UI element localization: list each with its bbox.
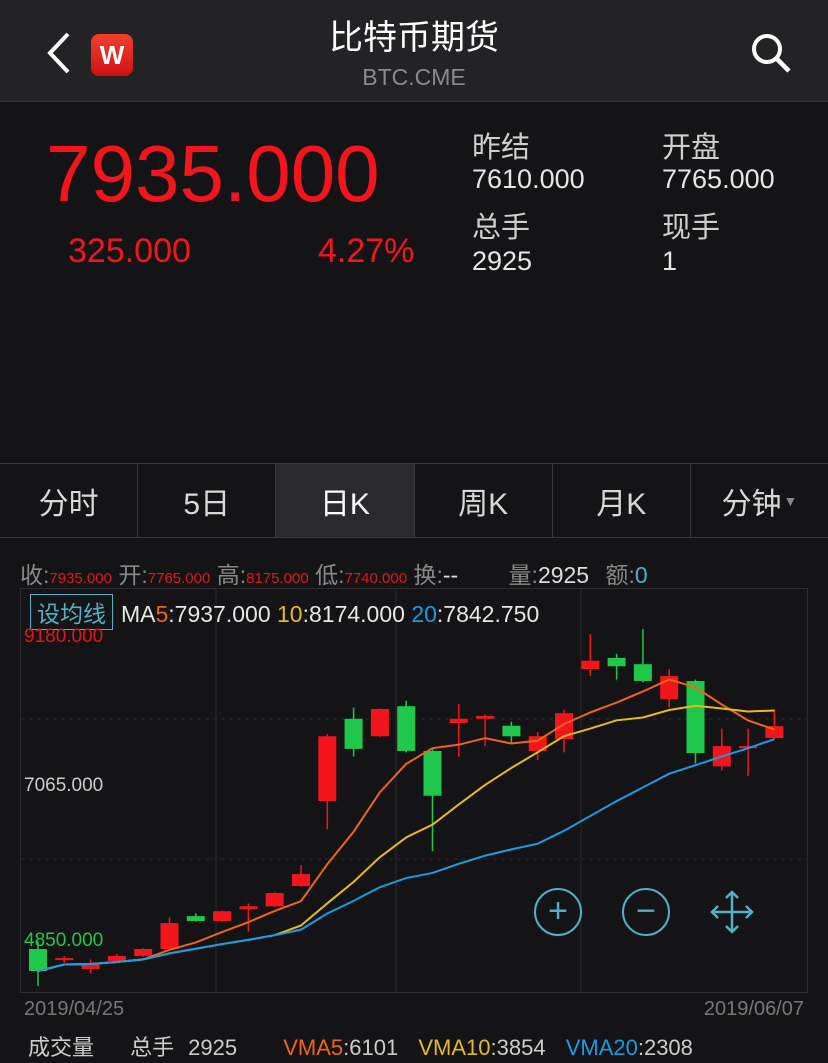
start-date: 2019/04/25 <box>24 998 124 1021</box>
tab-5day[interactable]: 5日 <box>138 464 276 537</box>
candle-body <box>371 709 389 736</box>
fullscreen-icon[interactable] <box>708 888 756 936</box>
candle-body <box>581 661 599 669</box>
search-icon[interactable] <box>750 32 792 74</box>
end-date: 2019/06/07 <box>704 998 804 1021</box>
ma20-value: :7842.750 <box>437 601 539 627</box>
candle-body <box>476 716 494 719</box>
candle-body <box>266 893 284 906</box>
candle-body <box>634 664 652 681</box>
tab-monthly-k[interactable]: 月K <box>553 464 691 537</box>
candle-body <box>187 916 205 921</box>
nav-bar: W 比特币期货 BTC.CME <box>0 0 828 102</box>
zoom-in-button[interactable]: + <box>534 888 582 936</box>
ma5-value: :7937.000 <box>168 601 270 627</box>
volume-value: 2925 <box>538 562 589 588</box>
vma10-label: VMA10 <box>418 1035 490 1060</box>
volume-label: 量: <box>509 562 538 588</box>
set-ma-button[interactable]: 设均线 <box>30 594 113 630</box>
y-tick-low: 4850.000 <box>24 930 103 952</box>
volume-legend: 成交量 总手 2925 VMA5:6101 VMA10:3854 VMA20:23… <box>28 1030 707 1062</box>
stat-value: 1 <box>662 246 677 277</box>
candle-body <box>608 658 626 666</box>
period-tabs: 分时 5日 日K 周K 月K 分钟▼ <box>0 463 828 538</box>
high-label: 高: <box>217 562 246 588</box>
candle-body <box>239 906 257 909</box>
stat-label: 昨结 <box>472 124 530 166</box>
price-change-pct: 4.27% <box>318 232 414 271</box>
candle-body <box>502 726 520 736</box>
tab-intraday[interactable]: 分时 <box>0 464 138 537</box>
dropdown-arrow-icon: ▼ <box>784 493 798 509</box>
turnover-value: -- <box>443 562 458 588</box>
close-label: 收: <box>20 562 49 588</box>
candle-body <box>424 751 442 796</box>
open-label: 开: <box>118 562 147 588</box>
low-value: 7740.000 <box>344 570 407 587</box>
volume-total-label: 总手 <box>130 1035 174 1060</box>
last-price: 7935.000 <box>46 128 380 220</box>
ma10-value: :8174.000 <box>303 601 405 627</box>
amount-label: 额: <box>606 562 635 588</box>
open-value: 7765.000 <box>148 570 211 587</box>
candle-body <box>345 719 363 749</box>
candle-body <box>29 949 47 971</box>
tab-weekly-k[interactable]: 周K <box>415 464 553 537</box>
kline-chart[interactable] <box>20 588 808 993</box>
volume-title: 成交量 <box>28 1035 94 1060</box>
ma20-period: 20 <box>411 601 437 627</box>
candle-body <box>213 911 231 921</box>
ma10-period: 10 <box>277 601 303 627</box>
kline-svg <box>21 589 807 992</box>
y-tick-mid: 7065.000 <box>24 775 103 797</box>
symbol: BTC.CME <box>0 64 828 91</box>
page-title: 比特币期货 <box>0 10 828 59</box>
amount-value: 0 <box>635 562 648 588</box>
ma20-line <box>38 739 774 971</box>
stat-value: 7765.000 <box>662 164 775 195</box>
stat-value: 2925 <box>472 246 532 277</box>
y-tick-high: 9180.000 <box>24 626 103 648</box>
candle-body <box>318 736 336 801</box>
vma5-label: VMA5 <box>283 1035 343 1060</box>
close-value: 7935.000 <box>49 570 112 587</box>
stat-label: 开盘 <box>662 124 720 166</box>
candle-body <box>108 956 126 961</box>
vma10-value: :3854 <box>491 1035 546 1060</box>
ma-legend: 设均线 MA5:7937.000 10:8174.000 20:7842.750 <box>30 594 539 630</box>
candle-body <box>55 958 73 960</box>
volume-total: 2925 <box>188 1035 237 1060</box>
vma5-value: :6101 <box>343 1035 398 1060</box>
candle-body <box>292 874 310 886</box>
ma5-period: 5 <box>156 601 169 627</box>
ohlc-info: 收:7935.000 开:7765.000 高:8175.000 低:7740.… <box>20 556 648 590</box>
vma20-label: VMA20 <box>566 1035 638 1060</box>
tab-minute-label: 分钟 <box>722 479 782 523</box>
ma-label: MA <box>121 601 156 627</box>
low-label: 低: <box>315 562 344 588</box>
candle-body <box>450 719 468 723</box>
candle-body <box>397 706 415 751</box>
turnover-label: 换: <box>413 562 442 588</box>
tab-daily-k[interactable]: 日K <box>276 464 414 537</box>
candle-body <box>134 949 152 956</box>
stat-label: 总手 <box>472 204 530 246</box>
stat-label: 现手 <box>662 204 720 246</box>
candle-body <box>161 923 179 949</box>
vma20-value: :2308 <box>638 1035 693 1060</box>
stat-value: 7610.000 <box>472 164 585 195</box>
tab-minute[interactable]: 分钟▼ <box>691 464 828 537</box>
price-change: 325.000 <box>68 232 191 271</box>
high-value: 8175.000 <box>246 570 309 587</box>
zoom-out-button[interactable]: − <box>622 888 670 936</box>
